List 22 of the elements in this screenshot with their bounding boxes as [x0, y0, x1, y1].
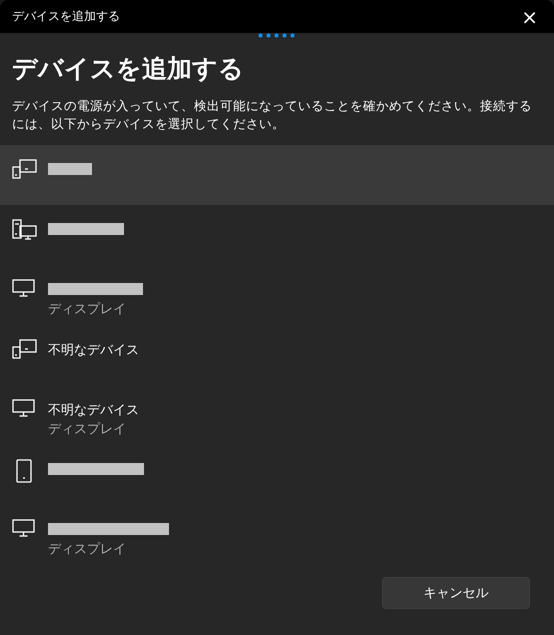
desktop-computer-icon — [12, 219, 37, 240]
device-list-item[interactable]: 不明なデバイス — [0, 325, 554, 385]
phone-icon — [16, 459, 32, 483]
device-type: ディスプレイ — [48, 301, 127, 318]
close-button[interactable]: × — [517, 6, 542, 26]
device-list-item[interactable]: 不明なデバイス ディスプレイ — [0, 385, 554, 445]
dialog-heading: デバイスを追加する — [12, 53, 245, 85]
cancel-button[interactable]: キャンセル — [382, 577, 530, 609]
device-list-item[interactable]: ディスプレイ — [0, 265, 554, 325]
device-list-item[interactable]: ディスプレイ — [0, 505, 554, 565]
loading-dots-icon — [258, 33, 296, 38]
device-type: ディスプレイ — [48, 421, 127, 438]
device-name: 不明なデバイス — [48, 342, 139, 359]
monitor-icon — [12, 279, 35, 297]
phone-and-screen-icon — [12, 339, 37, 359]
window-title: デバイスを追加する — [12, 8, 120, 25]
monitor-icon — [12, 399, 35, 417]
instructions-text: デバイスの電源が入っていて、検出可能になっていることを確かめてください。接続するには、以下からデバイスを選択してください。 — [12, 97, 533, 133]
device-name: 不明なデバイス — [48, 402, 139, 419]
device-type: ディスプレイ — [48, 541, 127, 558]
phone-and-screen-icon — [12, 159, 37, 179]
monitor-icon — [12, 519, 35, 537]
